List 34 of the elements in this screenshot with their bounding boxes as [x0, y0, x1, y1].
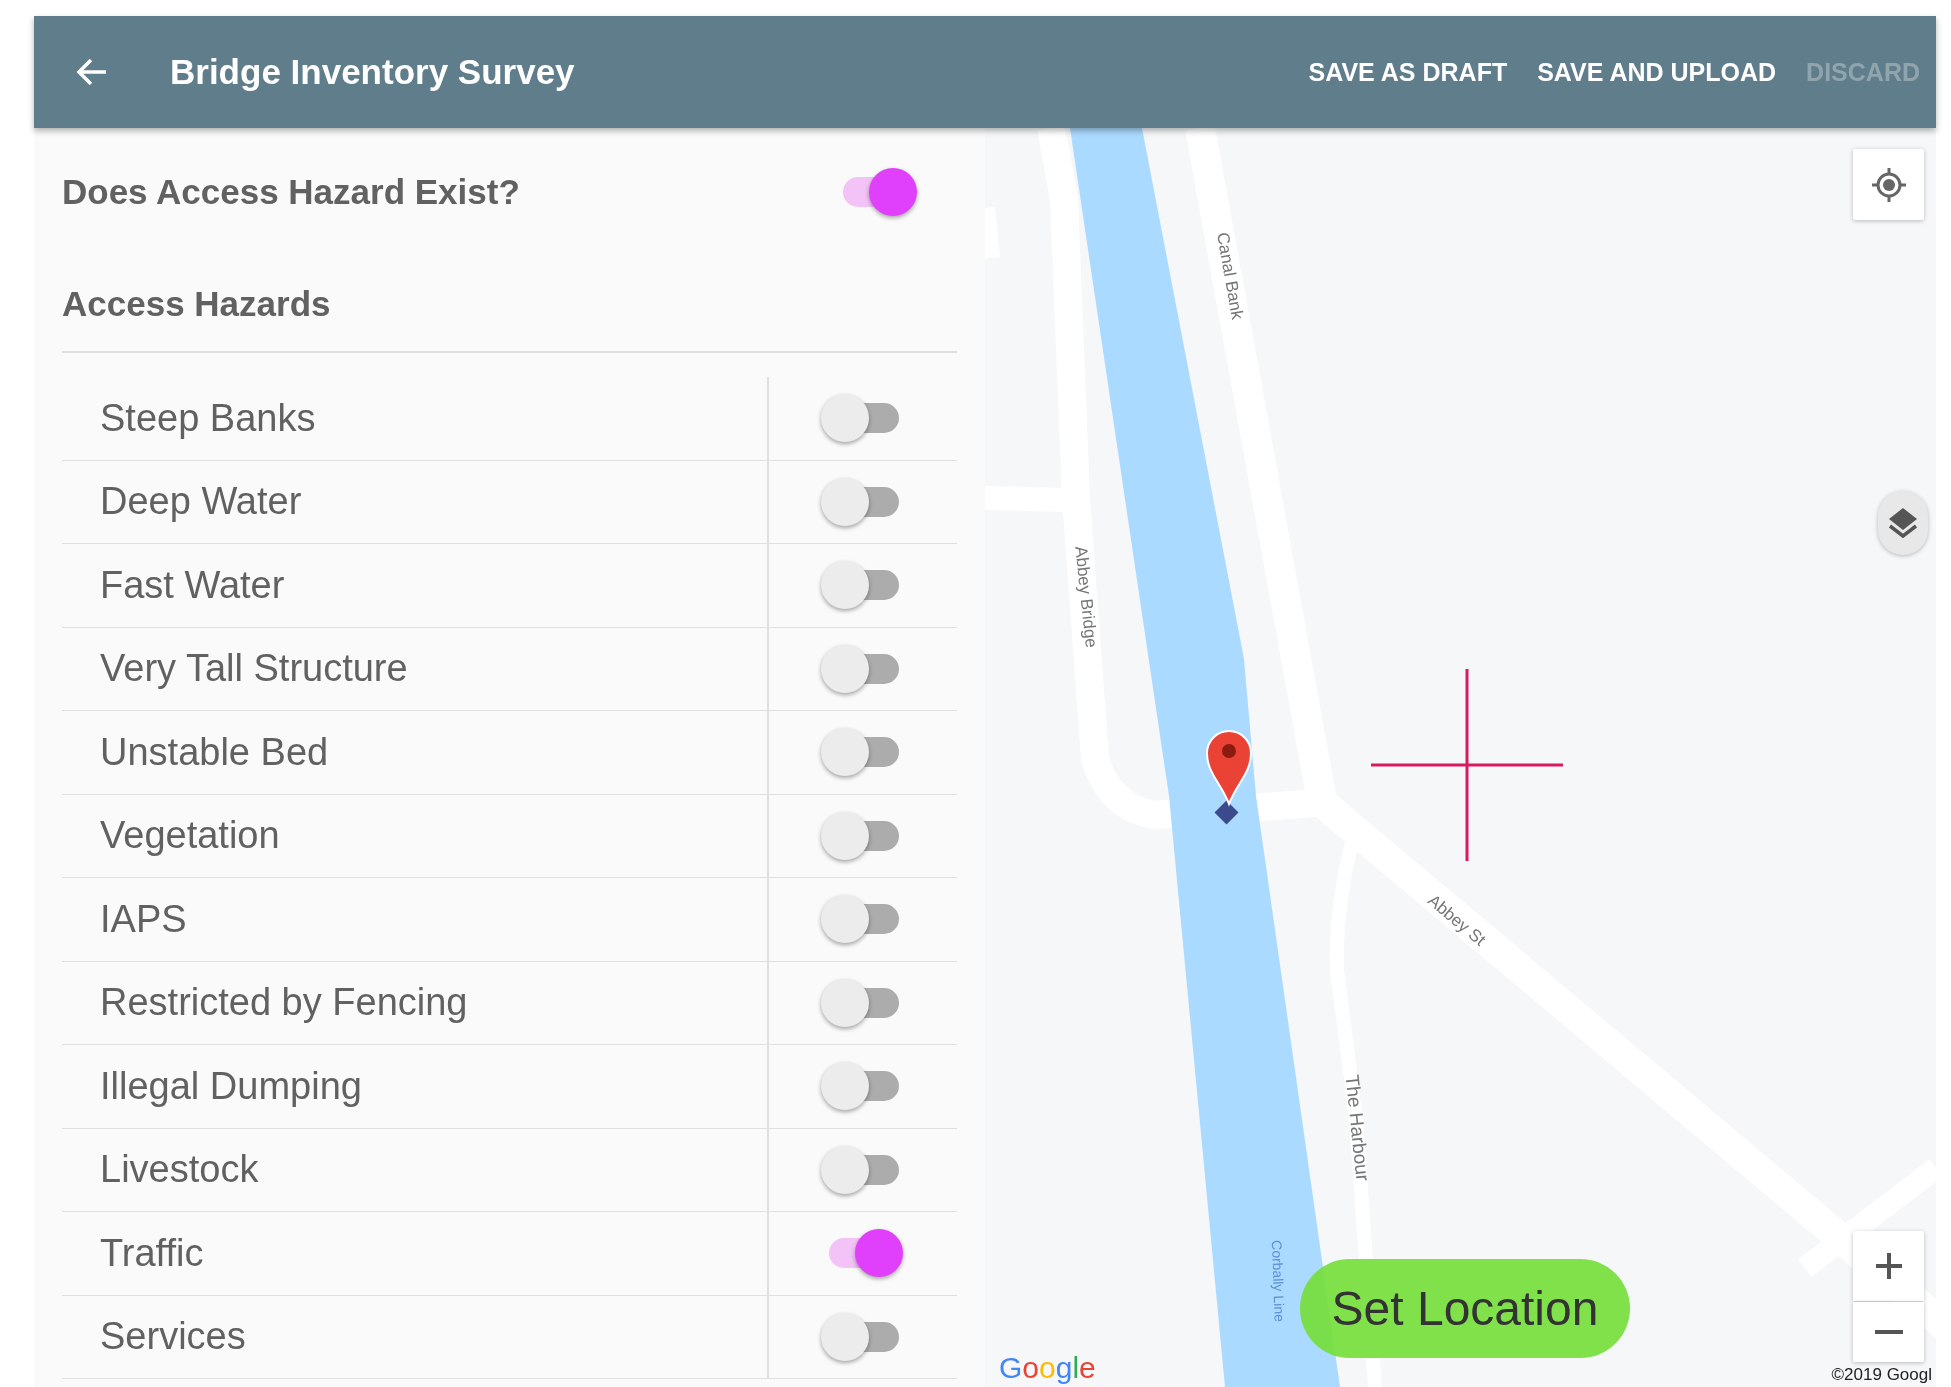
my-location-button[interactable] [1853, 149, 1924, 220]
crosshair-icon [1371, 669, 1563, 861]
map-logo: Google [999, 1351, 1096, 1385]
layers-icon [1887, 506, 1919, 540]
question-label: Does Access Hazard Exist? [62, 172, 521, 212]
hazard-label: Restricted by Fencing [99, 981, 469, 1025]
hazard-label: Very Tall Structure [99, 647, 409, 691]
app-bar-action[interactable]: SAVE AND UPLOAD [1523, 49, 1791, 95]
section-title: Access Hazards [62, 283, 331, 324]
zoom-in-button[interactable] [1853, 1231, 1924, 1301]
hazard-label: Vegetation [99, 814, 281, 858]
target-icon [1869, 165, 1908, 204]
hazard-label: Livestock [99, 1148, 260, 1192]
hazard-label: Steep Banks [99, 396, 317, 440]
plus-icon [1874, 1252, 1903, 1280]
hazard-label: Traffic [99, 1231, 205, 1275]
street-label: The Harbour [1341, 1073, 1374, 1182]
hazard-label: Services [99, 1315, 247, 1359]
canal-label: Corbally Line [1268, 1239, 1288, 1323]
app-title: Bridge Inventory Survey [170, 52, 576, 92]
street-label: Abbey Bridge [1071, 545, 1101, 649]
hazard-label: Unstable Bed [99, 730, 330, 774]
hazard-label: Illegal Dumping [99, 1064, 363, 1108]
zoom-out-button[interactable] [1853, 1302, 1924, 1362]
set-location-button[interactable]: Set Location [1300, 1259, 1630, 1358]
app-bar-action[interactable]: SAVE AS DRAFT [1294, 49, 1522, 95]
street-label: Canal Bank [1213, 230, 1247, 321]
hazard-label: Fast Water [99, 563, 286, 607]
map-attribution: ©2019 Googl [1831, 1365, 1932, 1385]
layers-button[interactable] [1878, 491, 1928, 555]
hazard-label: IAPS [99, 897, 188, 941]
hazard-label: Deep Water [99, 480, 303, 524]
map-pin-icon[interactable] [1206, 730, 1252, 805]
minus-icon [1874, 1329, 1903, 1335]
